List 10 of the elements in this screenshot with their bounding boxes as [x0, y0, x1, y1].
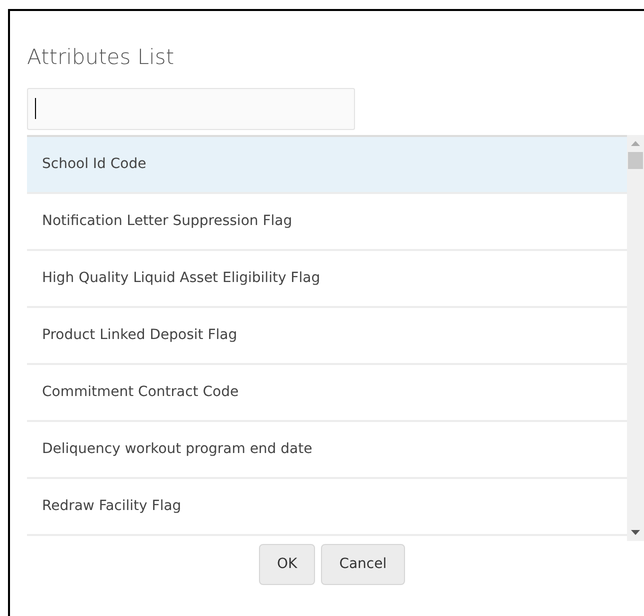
cancel-button[interactable]: Cancel: [321, 544, 405, 585]
text-cursor: [35, 98, 36, 119]
scroll-up-icon[interactable]: [631, 141, 640, 146]
scrollbar-thumb[interactable]: [628, 152, 643, 169]
dialog-title: Attributes List: [27, 44, 174, 71]
scrollbar[interactable]: [627, 135, 644, 541]
search-field[interactable]: [27, 88, 355, 130]
scroll-down-icon[interactable]: [631, 530, 640, 535]
list-item[interactable]: School Id Code: [27, 137, 627, 194]
ok-button[interactable]: OK: [259, 544, 316, 585]
